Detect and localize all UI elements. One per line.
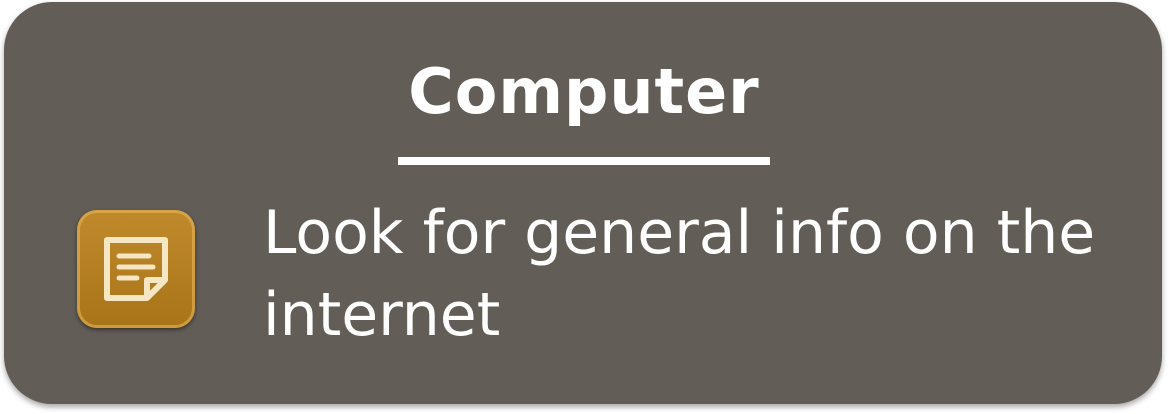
card-title: Computer	[408, 55, 760, 128]
note-icon-tile	[77, 210, 195, 328]
card-description: Look for general info on the internet	[263, 198, 1096, 350]
note-icon	[104, 237, 168, 301]
title-underline	[398, 157, 770, 165]
